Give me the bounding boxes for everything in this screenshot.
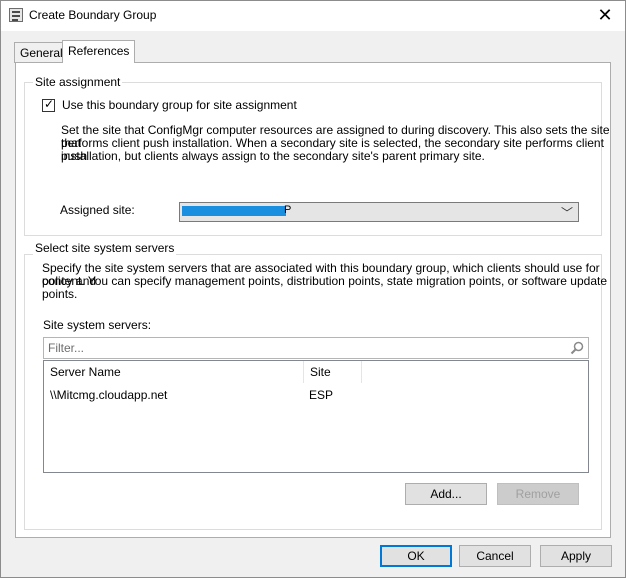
- site-assignment-checkbox[interactable]: ✓: [42, 97, 55, 112]
- table-row-server-name[interactable]: \\Mitcmg.cloudapp.net: [50, 388, 167, 402]
- cancel-button[interactable]: Cancel: [459, 545, 531, 567]
- assigned-site-value: P: [284, 204, 292, 216]
- ok-button[interactable]: OK: [380, 545, 452, 567]
- tab-general[interactable]: General: [14, 42, 69, 63]
- search-icon: [570, 341, 584, 355]
- site-system-servers-list-label: Site system servers:: [43, 318, 152, 332]
- column-header-server-name[interactable]: Server Name: [44, 361, 304, 383]
- remove-button[interactable]: Remove: [497, 483, 579, 505]
- site-assignment-description-line-3: installation, but clients always assign …: [61, 149, 485, 163]
- redacted-site-name: [182, 206, 286, 216]
- title-bar: Create Boundary Group ✕: [1, 1, 625, 31]
- site-system-servers-group-label: Select site system servers: [33, 241, 177, 255]
- assigned-site-select[interactable]: P ﹀: [179, 202, 579, 222]
- column-header-site[interactable]: Site: [304, 361, 362, 383]
- site-assignment-checkbox-label: Use this boundary group for site assignm…: [62, 98, 297, 112]
- filter-box[interactable]: [43, 337, 589, 359]
- chevron-down-icon: ﹀: [560, 206, 573, 220]
- site-system-servers-description-line-2: content. You can specify management poin…: [42, 274, 608, 301]
- close-icon[interactable]: ✕: [591, 3, 619, 27]
- boundary-group-icon: [9, 8, 23, 22]
- assigned-site-label: Assigned site:: [60, 203, 135, 217]
- add-button[interactable]: Add...: [405, 483, 487, 505]
- filter-input[interactable]: [44, 338, 588, 358]
- dialog-window: Create Boundary Group ✕ General Referenc…: [0, 0, 626, 578]
- tab-references[interactable]: References: [62, 40, 136, 63]
- references-panel: Site assignment ✓ Use this boundary grou…: [15, 62, 611, 538]
- checkmark-icon: ✓: [44, 97, 55, 111]
- window-title: Create Boundary Group: [29, 8, 157, 22]
- table-row-site[interactable]: ESP: [309, 388, 333, 402]
- site-system-servers-list[interactable]: Server Name Site \\Mitcmg.cloudapp.net E…: [43, 360, 589, 473]
- site-assignment-group-label: Site assignment: [33, 75, 123, 89]
- apply-button[interactable]: Apply: [540, 545, 612, 567]
